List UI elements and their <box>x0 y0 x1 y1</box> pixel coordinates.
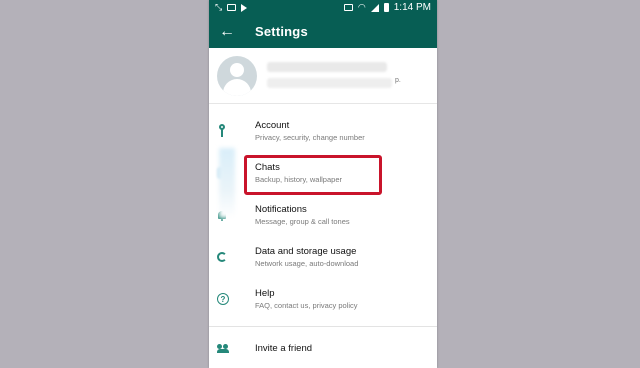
avatar-head-shape <box>230 62 244 77</box>
play-store-icon <box>241 3 248 12</box>
profile-status-suffix: p. <box>395 76 401 84</box>
avatar-body-shape <box>223 78 251 96</box>
menu-item-invite-friend[interactable]: Invite a friend <box>209 328 437 368</box>
menu-item-subtitle: Backup, history, wallpaper <box>255 175 342 185</box>
people-icon <box>217 344 247 354</box>
menu-item-subtitle: Privacy, security, change number <box>255 133 365 143</box>
menu-item-label: Data and storage usage <box>255 245 357 257</box>
back-arrow-icon[interactable]: ← <box>219 23 243 40</box>
chats-blur-overlay <box>219 148 235 218</box>
profile-row[interactable]: p. <box>209 48 437 104</box>
menu-item-notifications[interactable]: Notifications Message, group & call tone… <box>209 194 437 236</box>
menu-item-label: Chats <box>255 161 280 173</box>
wifi-icon: ◠ <box>357 2 366 12</box>
divider <box>209 326 437 327</box>
profile-name-blurred <box>267 61 387 72</box>
battery-icon <box>383 3 389 12</box>
menu-item-data-storage[interactable]: Data and storage usage Network usage, au… <box>209 236 437 278</box>
status-right: ◠ 1:14 PM <box>343 2 431 13</box>
phone-screen: ⤡ ◠ 1:14 PM ← Settings p. Account Privac… <box>209 0 437 368</box>
menu-item-label: Notifications <box>255 203 307 215</box>
app-toolbar: ← Settings <box>209 15 437 48</box>
status-bar: ⤡ ◠ 1:14 PM <box>209 0 437 15</box>
menu-item-help[interactable]: ? Help FAQ, contact us, privacy policy <box>209 278 437 320</box>
status-time: 1:14 PM <box>393 2 431 13</box>
menu-item-label: Help <box>255 287 275 299</box>
page-title: Settings <box>255 24 308 39</box>
profile-text-blurred: p. <box>267 58 407 94</box>
menu-item-subtitle: Network usage, auto-download <box>255 259 359 269</box>
menu-item-subtitle: Message, group & call tones <box>255 217 350 227</box>
missed-call-icon: ⤡ <box>215 2 223 12</box>
menu-item-chats[interactable]: Chats Backup, history, wallpaper <box>209 152 437 194</box>
profile-status-blurred <box>267 77 392 88</box>
settings-menu: Account Privacy, security, change number… <box>209 104 437 320</box>
key-icon <box>217 124 247 138</box>
help-icon: ? <box>217 293 247 305</box>
menu-item-label: Account <box>255 119 290 131</box>
menu-item-subtitle: FAQ, contact us, privacy policy <box>255 301 358 311</box>
gallery-icon <box>227 4 237 11</box>
avatar[interactable] <box>217 55 257 96</box>
menu-item-account[interactable]: Account Privacy, security, change number <box>209 110 437 152</box>
menu-item-label: Invite a friend <box>255 343 313 355</box>
signal-icon <box>370 3 379 12</box>
status-left: ⤡ <box>215 2 248 13</box>
data-usage-icon <box>217 252 247 262</box>
vibrate-icon <box>343 4 353 11</box>
